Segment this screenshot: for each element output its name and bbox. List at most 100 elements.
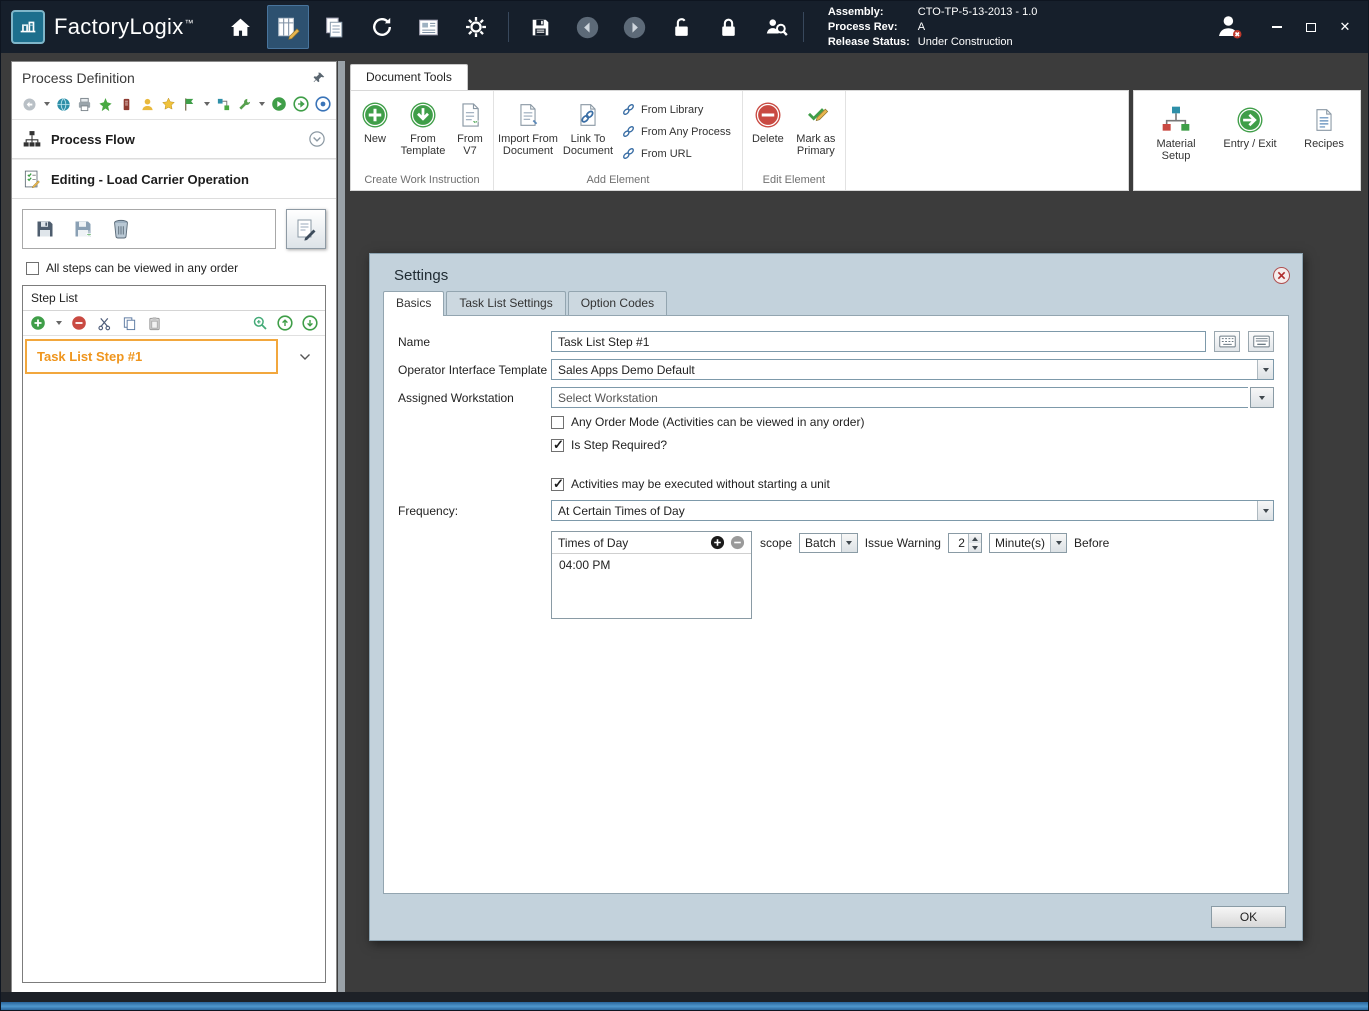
workstation-dropdown-button[interactable]	[1250, 387, 1274, 408]
from-template-button[interactable]: From Template	[396, 94, 450, 172]
paste-step-button[interactable]	[146, 315, 162, 331]
home-icon	[231, 18, 251, 36]
remove-step-button[interactable]	[71, 315, 87, 331]
time-entry[interactable]: 04:00 PM	[559, 558, 744, 572]
name-row: Name	[398, 331, 1274, 352]
documents-button[interactable]	[314, 5, 356, 49]
settings-close-button[interactable]	[1273, 267, 1290, 284]
any-order-checkbox[interactable]	[26, 261, 39, 275]
entry-exit-button[interactable]: Entry / Exit	[1218, 99, 1282, 152]
edit-step-button[interactable]	[286, 209, 326, 249]
zoom-step-button[interactable]	[252, 315, 268, 331]
name-input[interactable]	[551, 331, 1206, 352]
move-step-up-button[interactable]	[277, 315, 293, 331]
frequency-select[interactable]: At Certain Times of Day	[551, 500, 1274, 521]
from-v7-button[interactable]: From V7	[450, 94, 490, 172]
ok-button[interactable]: OK	[1211, 906, 1286, 928]
unlock-button[interactable]	[661, 5, 703, 49]
close-button[interactable]: ✕	[1338, 19, 1352, 34]
sync-button[interactable]	[361, 5, 403, 49]
operator-button[interactable]	[140, 96, 155, 112]
move-step-down-button[interactable]	[302, 315, 318, 331]
new-button[interactable]: New	[354, 94, 396, 172]
recipes-button[interactable]: Recipes	[1292, 99, 1356, 152]
keyboard-button[interactable]	[1214, 331, 1240, 352]
link-to-document-button[interactable]: Link To Document	[559, 94, 617, 172]
tab-task-list-settings[interactable]: Task List Settings	[446, 291, 566, 315]
factorylogix-logo-icon	[11, 10, 45, 44]
forward-button[interactable]	[614, 5, 656, 49]
save-button[interactable]	[520, 5, 562, 49]
undo-dropdown-caret-icon[interactable]	[44, 102, 50, 106]
material-setup-button[interactable]: Material Setup	[1144, 99, 1208, 164]
warning-minutes-stepper[interactable]: 2	[947, 533, 982, 553]
process-definition-button[interactable]	[266, 5, 309, 49]
info-button[interactable]	[315, 96, 331, 112]
tab-basics[interactable]: Basics	[383, 291, 445, 316]
add-step-button[interactable]	[30, 315, 46, 331]
back-button[interactable]	[567, 5, 609, 49]
flag-dropdown-caret-icon[interactable]	[204, 102, 210, 106]
import-from-document-button[interactable]: Import From Document	[497, 94, 559, 172]
maximize-button[interactable]	[1304, 20, 1318, 34]
no-unit-checkbox[interactable]	[551, 476, 564, 492]
warning-unit-select[interactable]: Minute(s)	[988, 533, 1067, 553]
operator-template-select[interactable]: Sales Apps Demo Default	[551, 359, 1274, 380]
app-name: FactoryLogix™	[54, 14, 194, 40]
tab-document-tools[interactable]: Document Tools	[350, 64, 468, 90]
collapse-circle-icon[interactable]	[308, 130, 326, 148]
lock-button[interactable]	[708, 5, 750, 49]
undo-button[interactable]	[22, 96, 37, 112]
process-flow-row[interactable]: Process Flow	[12, 120, 336, 159]
logout-user-button[interactable]	[1214, 11, 1244, 44]
validate-process-button[interactable]	[98, 96, 113, 112]
tab-option-codes[interactable]: Option Codes	[567, 291, 668, 315]
move-up-circle-icon	[277, 315, 293, 331]
from-any-process-button[interactable]: From Any Process	[621, 124, 731, 139]
release-status-label: Release Status:	[827, 35, 910, 48]
workstation-button[interactable]	[119, 96, 134, 112]
pin-icon[interactable]	[312, 71, 326, 85]
tools-button[interactable]	[237, 96, 252, 112]
delete-element-button[interactable]: Delete	[746, 94, 790, 172]
assembly-info: Assembly: CTO-TP-5-13-2013 - 1.0 Process…	[828, 5, 1038, 50]
stepper-up-button[interactable]	[968, 534, 981, 543]
stepper-down-button[interactable]	[968, 543, 981, 552]
release-button[interactable]	[293, 96, 309, 112]
favorite-operator-button[interactable]	[161, 96, 176, 112]
panel-splitter[interactable]	[338, 61, 345, 994]
worksheet-edit-icon	[278, 17, 300, 40]
times-of-day-box: Times of Day 04:00 PM	[551, 531, 752, 619]
tools-dropdown-caret-icon[interactable]	[259, 102, 265, 106]
home-button[interactable]	[220, 5, 262, 49]
scope-select[interactable]: Batch	[799, 533, 858, 553]
step-required-checkbox[interactable]	[551, 437, 564, 453]
from-library-button[interactable]: From Library	[621, 102, 731, 117]
import-step-button[interactable]	[69, 215, 97, 243]
cut-step-button[interactable]	[96, 315, 112, 331]
step-list-item[interactable]: Task List Step #1	[25, 339, 323, 374]
add-step-dropdown-caret-icon[interactable]	[56, 321, 62, 325]
remove-time-button[interactable]	[730, 535, 745, 550]
add-time-button[interactable]	[710, 535, 725, 550]
audit-search-button[interactable]	[755, 5, 797, 49]
mark-as-primary-button[interactable]: Mark as Primary	[790, 94, 842, 172]
route-button[interactable]	[216, 96, 231, 112]
minimize-button[interactable]	[1270, 20, 1284, 34]
print-button[interactable]	[77, 96, 92, 112]
delete-step-button[interactable]	[107, 215, 135, 243]
save-step-button[interactable]	[31, 215, 59, 243]
delete-minus-icon	[755, 102, 781, 128]
news-button[interactable]	[408, 5, 450, 49]
any-order-mode-checkbox[interactable]	[551, 415, 564, 429]
start-button[interactable]	[271, 96, 287, 112]
touch-keyboard-button[interactable]	[1248, 331, 1274, 352]
copy-step-button[interactable]	[121, 315, 137, 331]
settings-gear-button[interactable]	[455, 5, 497, 49]
process-flag-button[interactable]	[182, 96, 197, 112]
times-of-day-list[interactable]: 04:00 PM	[552, 554, 751, 618]
from-url-button[interactable]: From URL	[621, 146, 731, 161]
workstation-combobox[interactable]: Select Workstation	[551, 387, 1248, 408]
step-expand-chevron-icon[interactable]	[299, 353, 311, 361]
web-publish-button[interactable]	[56, 96, 71, 112]
